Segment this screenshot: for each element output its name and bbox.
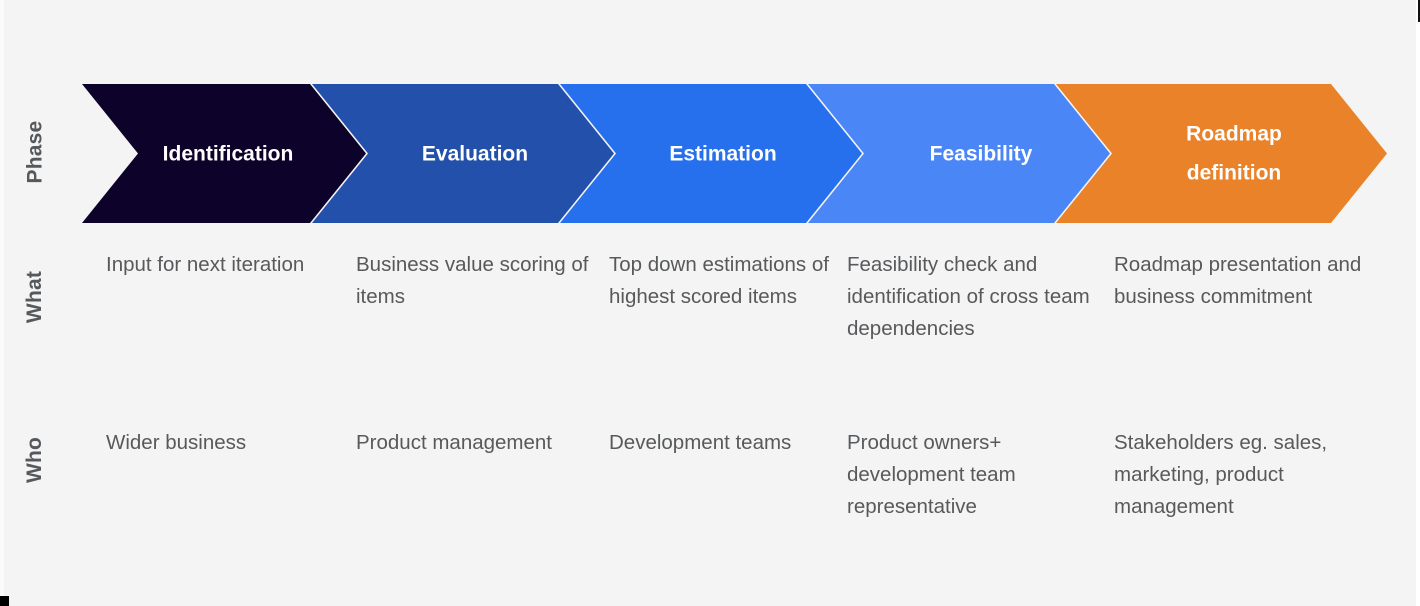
what-cell-estimation: Top down estimations of highest scored i…: [609, 253, 829, 308]
who-cell-roadmap-definition: Stakeholders eg. sales, marketing, produ…: [1114, 431, 1328, 518]
who-cell-evaluation: Product management: [356, 431, 553, 454]
chevron-phase-4-label: Feasibility: [930, 143, 1033, 166]
what-cell-roadmap-definition: Roadmap presentation and business commit…: [1114, 253, 1362, 308]
row-label-what: What: [0, 271, 70, 323]
chevron-phase-2-label: Evaluation: [422, 143, 528, 166]
who-cell-estimation: Development teams: [609, 431, 792, 454]
chevron-phase-1-label: Identification: [163, 143, 294, 166]
row-label-what-text: What: [23, 270, 46, 324]
chevron-phase-5-label-line1: Roadmap: [1186, 123, 1282, 146]
chevron-phase-1[interactable]: Identification: [82, 84, 366, 223]
row-label-who: Who: [0, 437, 70, 483]
chevron-phase-3-label: Estimation: [669, 143, 776, 166]
what-cell-identification: Input for next iteration: [106, 253, 305, 276]
who-cell-feasibility: Product owners+ development team represe…: [847, 431, 1016, 518]
row-label-phase: Phase: [0, 121, 70, 184]
chevron-phase-5-label-line2: definition: [1187, 162, 1281, 185]
what-cell-evaluation: Business value scoring of items: [356, 253, 589, 308]
canvas-right-edge: [1416, 0, 1420, 606]
phase-chevron-strip: Identification Evaluation Estimation Fea…: [82, 84, 1387, 223]
row-label-who-text: Who: [22, 436, 46, 484]
diagram-canvas: Phase What Who Identification Evaluation…: [0, 0, 1420, 606]
what-cell-feasibility: Feasibility check and identification of …: [847, 253, 1090, 340]
canvas-bottom-left-marker: [0, 596, 9, 606]
who-cell-identification: Wider business: [106, 431, 247, 454]
row-label-phase-text: Phase: [23, 120, 46, 184]
